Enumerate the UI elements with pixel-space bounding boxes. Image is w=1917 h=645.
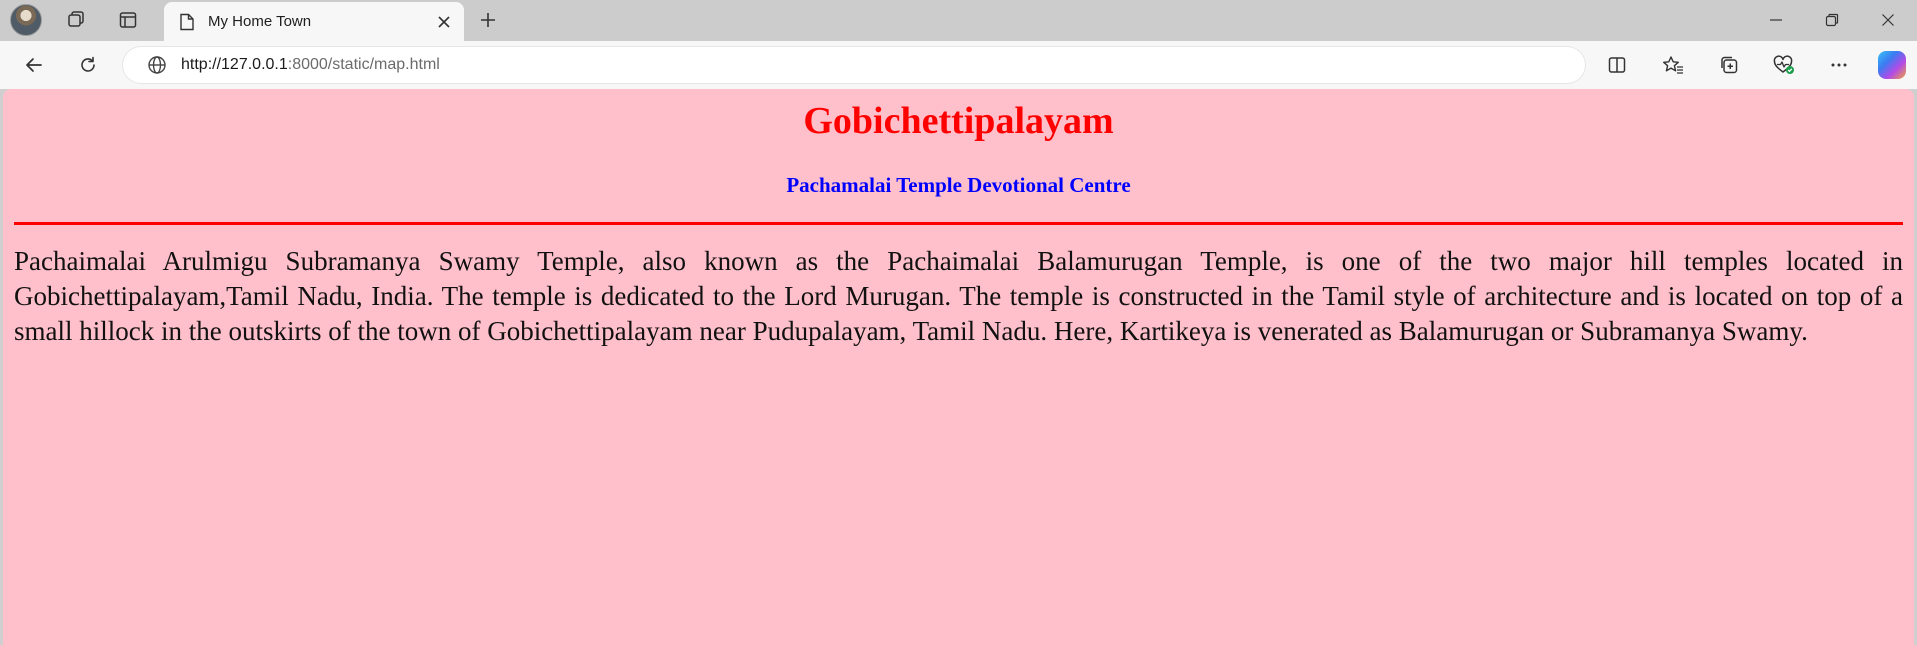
more-dots-icon <box>1831 63 1847 67</box>
favorites-star-icon <box>1663 56 1683 74</box>
favorites-button[interactable] <box>1655 49 1691 81</box>
refresh-button[interactable] <box>70 49 106 81</box>
close-icon <box>438 15 450 28</box>
heart-pulse-icon <box>1773 55 1794 74</box>
globe-icon <box>148 56 166 74</box>
temple-description: Pachaimalai Arulmigu Subramanya Swamy Te… <box>14 246 1903 346</box>
collections-button[interactable] <box>1711 49 1747 81</box>
vertical-tabs-button[interactable] <box>110 4 146 36</box>
tab-title: My Home Town <box>208 13 312 30</box>
browser-toolbar: http://127.0.0.1:8000/static/map.html <box>0 41 1917 89</box>
settings-more-button[interactable] <box>1821 49 1857 81</box>
profile-button[interactable] <box>8 4 44 36</box>
minimize-button[interactable] <box>1748 0 1804 40</box>
workspaces-button[interactable] <box>58 4 94 36</box>
address-bar[interactable]: http://127.0.0.1:8000/static/map.html <box>123 47 1585 83</box>
tab-active[interactable]: My Home Town <box>164 2 464 41</box>
minimize-icon <box>1770 19 1782 21</box>
page-heading: Gobichettipalayam <box>803 100 1114 142</box>
url-path: :8000/static/map.html <box>287 56 440 73</box>
restore-button[interactable] <box>1804 0 1860 40</box>
copilot-icon <box>1878 51 1906 79</box>
split-screen-icon <box>1608 57 1626 73</box>
split-screen-button[interactable] <box>1599 49 1635 81</box>
page-subheading: Pachamalai Temple Devotional Centre <box>786 173 1131 197</box>
url-text[interactable]: http://127.0.0.1:8000/static/map.html <box>181 56 440 74</box>
page-icon <box>178 13 196 31</box>
plus-icon <box>481 13 495 27</box>
tab-actions-icon <box>119 12 137 28</box>
back-arrow-icon <box>26 58 42 72</box>
url-host: http://127.0.0.1 <box>181 56 288 73</box>
horizontal-rule <box>14 222 1903 225</box>
close-tab-button[interactable] <box>430 8 458 36</box>
profile-avatar <box>10 4 42 36</box>
tab-strip: My Home Town <box>0 0 1917 41</box>
browser-essentials-button[interactable] <box>1766 49 1802 81</box>
close-window-button[interactable] <box>1860 0 1916 40</box>
copilot-button[interactable] <box>1874 49 1910 81</box>
collections-icon <box>1721 56 1738 74</box>
new-tab-button[interactable] <box>470 4 506 36</box>
site-info-button[interactable] <box>145 53 169 77</box>
page-viewport: Gobichettipalayam Pachamalai Temple Devo… <box>3 89 1914 645</box>
restore-icon <box>1825 13 1839 27</box>
workspaces-icon <box>68 11 84 27</box>
refresh-icon <box>81 56 95 72</box>
back-button[interactable] <box>16 49 52 81</box>
close-icon <box>1882 14 1894 26</box>
